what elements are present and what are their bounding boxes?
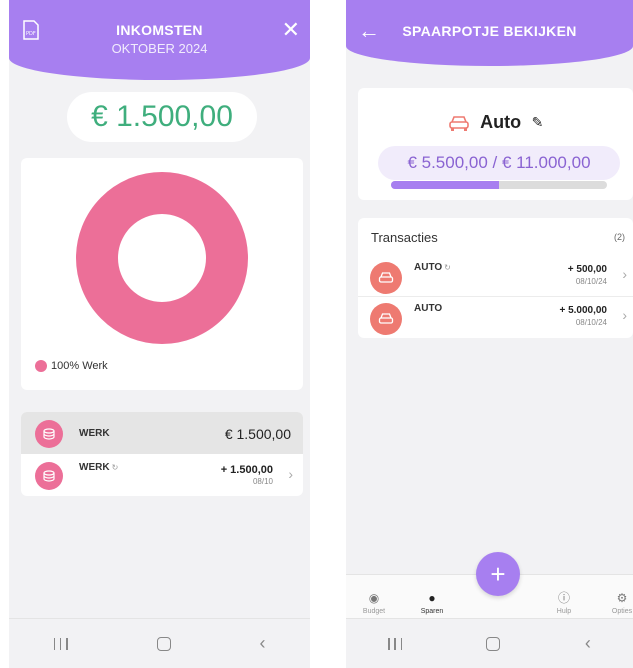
transaction-date: 08/10/24: [575, 318, 607, 327]
tab-sparen[interactable]: ● Sparen: [410, 591, 454, 615]
transaction-date: 08/10: [252, 477, 273, 486]
income-title: INKOMSTEN: [116, 22, 203, 38]
piggy-bank-icon: ●: [428, 591, 436, 605]
car-icon: [370, 303, 402, 335]
gear-icon: ⚙: [616, 591, 628, 605]
help-icon: ⓘ: [557, 591, 570, 605]
pot-name: Auto: [480, 112, 522, 132]
legend-swatch: [35, 360, 47, 372]
income-list: WERK € 1.500,00 WERK ↻ + 1.500,00 08/10 ›: [21, 412, 303, 496]
chart-legend: 100% Werk: [35, 360, 108, 372]
income-month: OKTOBER 2024: [111, 41, 208, 56]
income-screen: PDF INKOMSTEN OKTOBER 2024 ✕ € 1.500,00 …: [9, 0, 310, 668]
transaction-label: AUTO ↻: [414, 262, 451, 273]
transactions-card: Transacties (2) AUTO ↻ + 500,00 08/10/24 …: [358, 218, 633, 338]
transactions-count: (2): [614, 232, 625, 242]
transaction-amount: + 500,00: [567, 264, 607, 275]
category-label: WERK: [79, 428, 110, 439]
pot-title-row: Auto ✎: [358, 112, 633, 133]
chevron-right-icon: ›: [622, 307, 627, 323]
recents-icon[interactable]: [53, 637, 68, 650]
back-nav-icon[interactable]: ‹: [585, 633, 591, 654]
transaction-row-werk[interactable]: WERK ↻ + 1.500,00 08/10 ›: [21, 454, 303, 496]
savings-progress-bar: [391, 181, 607, 189]
android-nav-bar: ‹: [9, 618, 310, 668]
transaction-label-text: WERK: [79, 462, 110, 473]
back-nav-icon[interactable]: ‹: [260, 633, 266, 654]
tab-budget[interactable]: ◉ Budget: [352, 591, 396, 615]
savings-progress-text: € 5.500,00 / € 11.000,00: [378, 146, 620, 180]
tab-opties[interactable]: ⚙ Opties: [600, 591, 633, 615]
transaction-date: 08/10/24: [575, 277, 607, 286]
edit-pencil-icon[interactable]: ✎: [532, 114, 544, 131]
category-row-werk[interactable]: WERK € 1.500,00: [21, 412, 303, 454]
car-icon: [448, 115, 469, 131]
tab-label: Hulp: [556, 608, 572, 615]
chevron-right-icon: ›: [288, 466, 293, 482]
tab-label: Opties: [611, 608, 633, 615]
pie-slice-werk: [76, 172, 248, 344]
chevron-right-icon: ›: [622, 266, 627, 282]
home-icon[interactable]: [486, 636, 501, 651]
transaction-label: AUTO: [414, 303, 443, 314]
recurring-icon: ↻: [444, 263, 451, 272]
transaction-label-text: AUTO: [414, 262, 443, 273]
income-header: PDF INKOMSTEN OKTOBER 2024 ✕: [9, 0, 310, 80]
income-total: € 1.500,00: [67, 92, 257, 142]
home-icon[interactable]: [156, 636, 171, 651]
savings-progress-fill: [391, 181, 499, 189]
income-chart-card: 100% Werk: [21, 158, 303, 390]
transaction-row-auto-1[interactable]: AUTO ↻ + 500,00 08/10/24 ›: [358, 256, 633, 296]
savings-header: ← SPAARPOTJE BEKIJKEN: [346, 0, 633, 66]
recents-icon[interactable]: [388, 637, 403, 650]
category-total: € 1.500,00: [224, 426, 291, 442]
add-button[interactable]: +: [476, 552, 520, 596]
tab-label: Sparen: [420, 608, 444, 615]
legend-label: 100% Werk: [51, 360, 108, 372]
tab-hulp[interactable]: ⓘ Hulp: [542, 591, 586, 615]
savings-pot-card: Auto ✎ € 5.500,00 / € 11.000,00: [358, 88, 633, 200]
transactions-title: Transacties: [371, 230, 438, 245]
tab-label: Budget: [362, 608, 386, 615]
transaction-row-auto-2[interactable]: AUTO + 5.000,00 08/10/24 ›: [358, 296, 633, 336]
coins-icon: [35, 420, 63, 448]
transaction-label: WERK ↻: [79, 462, 118, 473]
eye-icon: ◉: [368, 591, 380, 605]
coins-icon: [35, 462, 63, 490]
car-icon: [370, 262, 402, 294]
close-icon[interactable]: ✕: [282, 19, 300, 41]
android-nav-bar: ‹: [346, 618, 633, 668]
recurring-icon: ↻: [111, 463, 119, 472]
transaction-amount: + 1.500,00: [220, 464, 273, 476]
savings-title: SPAARPOTJE BEKIJKEN: [402, 23, 577, 39]
savings-screen: ← SPAARPOTJE BEKIJKEN Auto ✎ € 5.500,00 …: [346, 0, 633, 668]
transaction-amount: + 5.000,00: [559, 305, 607, 316]
income-donut-chart: [76, 172, 248, 344]
